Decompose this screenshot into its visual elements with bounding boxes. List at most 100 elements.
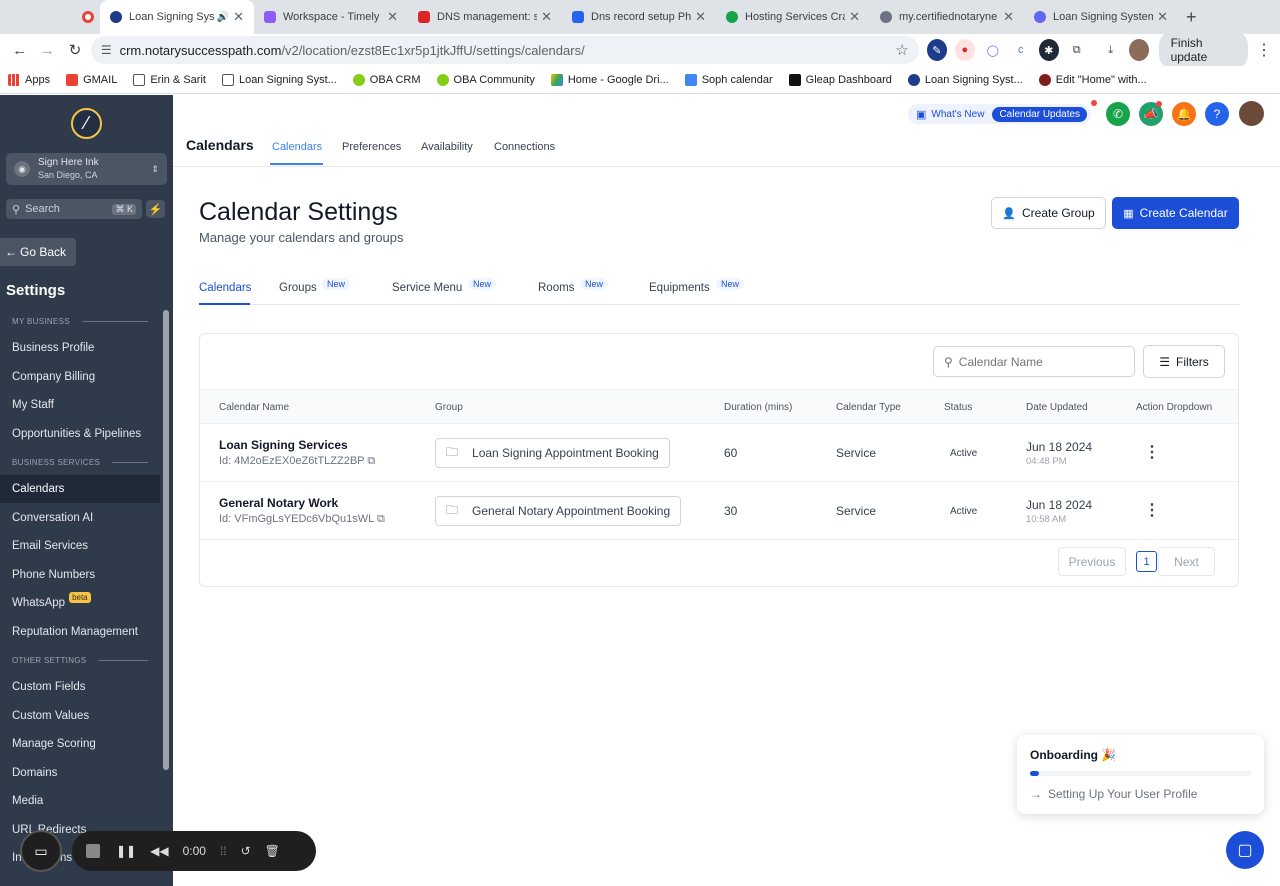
tab-preferences[interactable]: Preferences xyxy=(342,141,401,153)
close-tab-icon[interactable]: ✕ xyxy=(849,9,860,25)
subtab-service-menu[interactable]: Service Menu xyxy=(392,282,462,294)
sidebar-item-conversation-ai[interactable]: Conversation AI xyxy=(0,504,160,532)
browser-tab-active[interactable]: Loan Signing Syst 🔊 ✕ xyxy=(100,0,254,34)
chat-widget-button[interactable]: ▢ xyxy=(1226,831,1264,869)
finish-update-button[interactable]: Finish update xyxy=(1158,31,1248,69)
browser-tab[interactable] xyxy=(0,0,100,34)
browser-menu-icon[interactable]: ⋮ xyxy=(1256,40,1272,60)
calendar-name[interactable]: General Notary Work xyxy=(219,496,338,510)
whats-new-button[interactable]: ▣ What's New Calendar Updates xyxy=(908,104,1092,124)
browser-tab[interactable]: Loan Signing System ✕ xyxy=(1024,0,1178,34)
sidebar-item-custom-fields[interactable]: Custom Fields xyxy=(0,673,160,701)
calendar-name[interactable]: Loan Signing Services xyxy=(219,438,348,452)
sidebar-item-calendars[interactable]: Calendars xyxy=(0,475,160,503)
close-tab-icon[interactable]: ✕ xyxy=(695,9,706,25)
sidebar-item-manage-scoring[interactable]: Manage Scoring xyxy=(0,730,160,758)
sidebar-item-phone-numbers[interactable]: Phone Numbers xyxy=(0,561,160,589)
calendar-search-input[interactable]: ⚲ xyxy=(933,346,1135,377)
download-icon[interactable]: ⤓ xyxy=(1101,39,1121,61)
forward-arrow-icon[interactable]: → xyxy=(36,37,60,63)
sidebar-item-whatsapp[interactable]: WhatsApp beta xyxy=(0,589,160,617)
stop-recording-button[interactable] xyxy=(86,844,100,858)
profile-avatar[interactable] xyxy=(1128,39,1149,61)
pagination-next-button[interactable]: Next xyxy=(1158,547,1215,576)
new-tab-icon[interactable]: + xyxy=(1186,7,1197,28)
calendar-updates-badge[interactable]: Calendar Updates xyxy=(992,106,1088,122)
extension-icon[interactable]: ◯ xyxy=(983,39,1003,61)
sidebar-item-reputation[interactable]: Reputation Management xyxy=(0,618,160,646)
close-tab-icon[interactable]: ✕ xyxy=(1157,9,1168,25)
sidebar-item-custom-values[interactable]: Custom Values xyxy=(0,702,160,730)
sidebar-search-input[interactable]: ⚲ Search ⌘ K xyxy=(6,199,142,219)
extension-icon[interactable]: ✱ xyxy=(1038,39,1059,61)
close-tab-icon[interactable]: ✕ xyxy=(233,9,244,25)
bookmark-oba-crm[interactable]: OBA CRM xyxy=(352,73,421,86)
bookmark-folder[interactable]: Erin & Sarit xyxy=(133,73,206,86)
quick-action-icon[interactable]: ⚡ xyxy=(146,200,165,218)
location-switcher[interactable]: ◉ Sign Here Ink San Diego, CA ⇕ xyxy=(6,153,167,185)
pagination-page-button[interactable]: 1 xyxy=(1136,551,1157,572)
calendar-search-field[interactable] xyxy=(958,354,1109,369)
browser-tab[interactable]: Hosting Services Cra ✕ xyxy=(716,0,870,34)
help-icon[interactable]: ? xyxy=(1205,102,1229,126)
sidebar-item-opportunities[interactable]: Opportunities & Pipelines xyxy=(0,420,160,448)
subtab-groups[interactable]: Groups xyxy=(279,282,317,294)
copy-icon[interactable]: ⧉ xyxy=(377,513,385,525)
sidebar-item-business-profile[interactable]: Business Profile xyxy=(0,334,160,362)
speaker-icon[interactable]: 🔊 xyxy=(217,12,229,23)
bell-icon[interactable]: 🔔 xyxy=(1172,102,1196,126)
drag-handle-icon[interactable]: ⁞⁞ xyxy=(220,844,227,858)
close-tab-icon[interactable]: ✕ xyxy=(541,9,552,25)
app-logo[interactable]: ⁄ xyxy=(71,108,102,139)
bookmark-gmail[interactable]: GMAIL xyxy=(66,73,117,86)
camera-toggle-button[interactable]: ▭ xyxy=(20,830,62,872)
browser-tab[interactable]: Workspace - Timely ✕ xyxy=(254,0,408,34)
onboarding-widget[interactable]: Onboarding 🎉 → Setting Up Your User Profi… xyxy=(1017,735,1264,814)
bookmark-star-icon[interactable]: ☆ xyxy=(895,41,908,59)
restart-icon[interactable]: ↺ xyxy=(241,844,251,858)
close-tab-icon[interactable]: ✕ xyxy=(1003,9,1014,25)
action-dropdown-icon[interactable]: ⋮ xyxy=(1144,442,1160,462)
sidebar-scrollbar[interactable] xyxy=(163,310,169,770)
extension-icon[interactable]: c xyxy=(1011,39,1031,61)
sidebar-item-domains[interactable]: Domains xyxy=(0,759,160,787)
bookmark-soph-calendar[interactable]: Soph calendar xyxy=(684,73,773,86)
sidebar-item-email-services[interactable]: Email Services xyxy=(0,532,160,560)
tab-connections[interactable]: Connections xyxy=(494,141,555,153)
copy-icon[interactable]: ⧉ xyxy=(367,455,375,467)
user-avatar[interactable] xyxy=(1239,101,1264,126)
go-back-button[interactable]: ← Go Back xyxy=(0,238,76,266)
close-tab-icon[interactable]: ✕ xyxy=(387,9,398,25)
reload-icon[interactable]: ↻ xyxy=(63,37,87,63)
onboarding-step[interactable]: → Setting Up Your User Profile xyxy=(1030,787,1197,801)
phone-icon[interactable]: ✆ xyxy=(1106,102,1130,126)
group-chip[interactable]: 🗀 General Notary Appointment Booking xyxy=(435,496,682,526)
bookmark-loan-signing[interactable]: Loan Signing Syst... xyxy=(907,73,1023,86)
url-bar[interactable]: ☰ crm.notarysuccesspath.com/v2/location/… xyxy=(90,36,919,64)
pause-icon[interactable]: ❚❚ xyxy=(116,844,136,858)
rewind-icon[interactable]: ◀◀ xyxy=(150,844,168,858)
action-dropdown-icon[interactable]: ⋮ xyxy=(1144,500,1160,520)
bookmark-gleap[interactable]: Gleap Dashboard xyxy=(788,73,892,86)
create-group-button[interactable]: 👤 Create Group xyxy=(991,197,1106,229)
browser-tab[interactable]: Dns record setup Pho ✕ xyxy=(562,0,716,34)
browser-tab[interactable]: my.certifiednotaryne ✕ xyxy=(870,0,1024,34)
extension-icon[interactable]: ● xyxy=(954,39,975,61)
tab-calendars[interactable]: Calendars xyxy=(272,141,322,153)
trash-icon[interactable]: 🗑 xyxy=(265,844,280,858)
bookmark-oba-community[interactable]: OBA Community xyxy=(436,73,535,86)
site-info-icon[interactable]: ☰ xyxy=(101,43,112,57)
subtab-rooms[interactable]: Rooms xyxy=(538,282,574,294)
bookmark-folder[interactable]: Loan Signing Syst... xyxy=(221,73,337,86)
browser-tab[interactable]: DNS management: sc ✕ xyxy=(408,0,562,34)
extension-icon[interactable]: ✎ xyxy=(926,39,947,61)
pagination-previous-button[interactable]: Previous xyxy=(1058,547,1126,576)
sidebar-item-company-billing[interactable]: Company Billing xyxy=(0,363,160,391)
subtab-calendars[interactable]: Calendars xyxy=(199,282,251,294)
group-chip[interactable]: 🗀 Loan Signing Appointment Booking xyxy=(435,438,670,468)
create-calendar-button[interactable]: ▦ Create Calendar xyxy=(1112,197,1239,229)
puzzle-icon[interactable]: ⧉ xyxy=(1067,39,1087,61)
tab-availability[interactable]: Availability xyxy=(421,141,473,153)
subtab-equipments[interactable]: Equipments xyxy=(649,282,710,294)
back-arrow-icon[interactable]: ← xyxy=(8,37,32,63)
